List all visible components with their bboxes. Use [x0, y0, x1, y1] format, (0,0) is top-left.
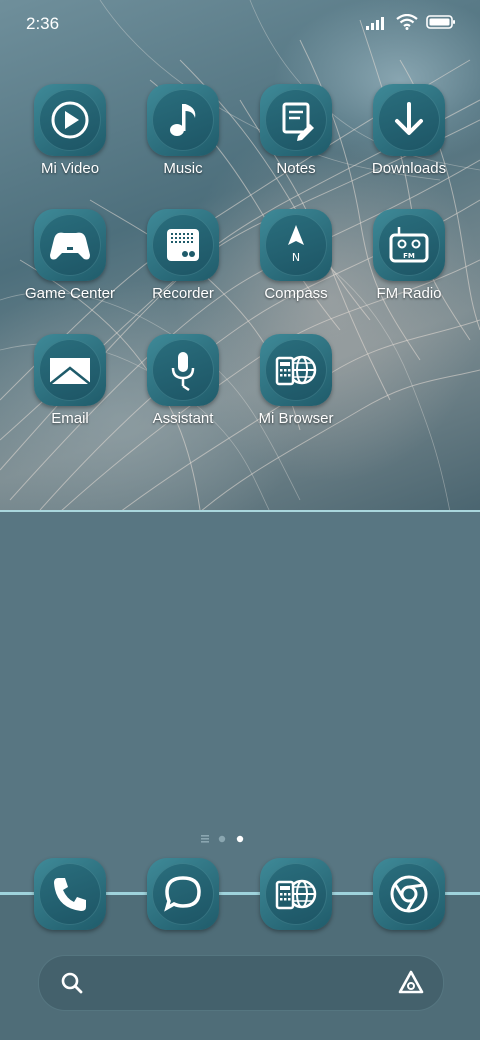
app-game-center[interactable]: Game Center — [14, 209, 126, 302]
app-recorder[interactable]: Recorder — [127, 209, 239, 302]
messages-tile[interactable] — [147, 858, 219, 930]
dock-browser[interactable] — [240, 858, 352, 930]
app-label: Mi Video — [40, 160, 100, 177]
app-fm-radio[interactable]: FM FM Radio — [353, 209, 465, 302]
chat-bubble-icon — [164, 876, 201, 912]
browser-icon — [275, 355, 317, 386]
game-center-tile[interactable] — [34, 209, 106, 281]
app-mi-video[interactable]: Mi Video — [14, 84, 126, 177]
phone-tile[interactable] — [34, 858, 106, 930]
notes-icon — [282, 102, 314, 141]
phone-icon — [54, 878, 86, 911]
assistant-launcher-icon[interactable] — [398, 970, 424, 994]
svg-text:N: N — [292, 251, 300, 264]
pages-list-icon — [201, 835, 209, 843]
mi-browser-tile[interactable] — [260, 334, 332, 406]
search-bar[interactable] — [38, 955, 444, 1011]
app-label: Recorder — [152, 285, 214, 302]
app-label: Mi Browser — [258, 410, 334, 427]
app-label: Email — [51, 410, 89, 427]
app-downloads[interactable]: Downloads — [353, 84, 465, 177]
app-label: Assistant — [152, 410, 214, 427]
microphone-icon — [171, 352, 195, 392]
app-music[interactable]: Music — [127, 84, 239, 177]
cellular-signal-icon — [366, 17, 384, 30]
browser-icon — [275, 879, 317, 910]
status-bar: 2:36 — [0, 0, 480, 50]
wifi-icon — [396, 14, 418, 30]
page-dot-1[interactable] — [218, 835, 226, 843]
app-label: Notes — [276, 160, 316, 177]
radio-icon: FM — [389, 227, 429, 263]
svg-text:FM: FM — [403, 252, 415, 260]
chrome-icon — [390, 875, 428, 913]
app-assistant[interactable]: Assistant — [127, 334, 239, 427]
page-indicator[interactable] — [0, 830, 480, 843]
compass-tile[interactable]: N — [260, 209, 332, 281]
app-label: Compass — [264, 285, 328, 302]
gamepad-icon — [50, 232, 90, 260]
browser-tile[interactable] — [260, 858, 332, 930]
recorder-tile[interactable] — [147, 209, 219, 281]
app-mi-browser[interactable]: Mi Browser — [240, 334, 352, 427]
app-notes[interactable]: Notes — [240, 84, 352, 177]
compass-icon: N — [288, 225, 304, 264]
dock-chrome[interactable] — [353, 858, 465, 930]
dock-phone[interactable] — [14, 858, 126, 930]
app-email[interactable]: Email — [14, 334, 126, 427]
status-time: 2:36 — [26, 14, 60, 33]
play-icon — [51, 101, 89, 139]
app-compass[interactable]: N Compass — [240, 209, 352, 302]
chrome-tile[interactable] — [373, 858, 445, 930]
recorder-icon — [167, 229, 199, 261]
downloads-tile[interactable] — [373, 84, 445, 156]
app-label: Music — [163, 160, 203, 177]
mi-video-tile[interactable] — [34, 84, 106, 156]
download-icon — [395, 102, 423, 135]
battery-icon — [426, 15, 455, 29]
search-icon[interactable] — [61, 972, 83, 994]
app-label: Downloads — [371, 160, 447, 177]
app-label: FM Radio — [376, 285, 442, 302]
app-label: Game Center — [24, 285, 116, 302]
notes-tile[interactable] — [260, 84, 332, 156]
email-tile[interactable] — [34, 334, 106, 406]
music-note-icon — [170, 104, 196, 136]
music-tile[interactable] — [147, 84, 219, 156]
dock-messages[interactable] — [127, 858, 239, 930]
assistant-tile[interactable] — [147, 334, 219, 406]
fm-radio-tile[interactable]: FM — [373, 209, 445, 281]
envelope-icon — [49, 358, 91, 385]
page-dot-2-active[interactable] — [236, 835, 244, 843]
